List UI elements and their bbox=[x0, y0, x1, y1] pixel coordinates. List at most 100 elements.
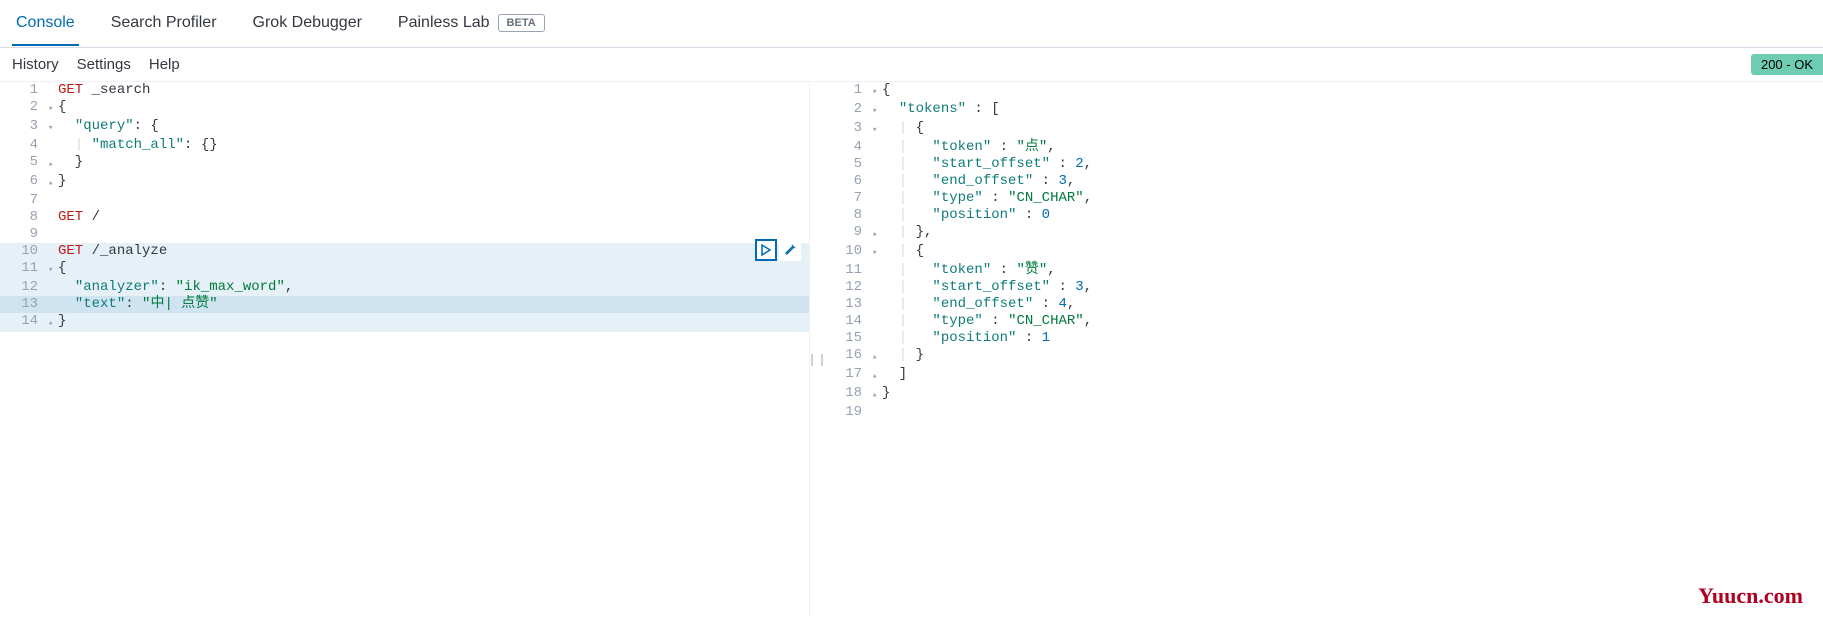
watermark: Yuucn.com bbox=[1698, 583, 1803, 609]
fold-toggle bbox=[872, 296, 882, 298]
fold-toggle[interactable]: ▾ bbox=[872, 82, 882, 101]
code-content: } bbox=[58, 313, 809, 330]
line-number: 5 bbox=[0, 154, 48, 171]
code-line[interactable]: 4 | "match_all": {} bbox=[0, 137, 809, 154]
code-line[interactable]: 14▴} bbox=[0, 313, 809, 332]
code-content: | "end_offset" : 3, bbox=[882, 173, 1823, 190]
fold-toggle[interactable]: ▴ bbox=[48, 313, 58, 332]
code-line[interactable]: 7 | "type" : "CN_CHAR", bbox=[824, 190, 1823, 207]
code-line[interactable]: 12 "analyzer": "ik_max_word", bbox=[0, 279, 809, 296]
fold-toggle[interactable]: ▴ bbox=[872, 224, 882, 243]
code-line[interactable]: 11 | "token" : "赞", bbox=[824, 262, 1823, 279]
code-content: GET / bbox=[58, 209, 809, 226]
code-line[interactable]: 15 | "position" : 1 bbox=[824, 330, 1823, 347]
tab-console[interactable]: Console bbox=[12, 2, 79, 46]
code-content: | "match_all": {} bbox=[58, 137, 809, 154]
tab-search-profiler[interactable]: Search Profiler bbox=[107, 2, 221, 46]
wrench-button[interactable] bbox=[779, 239, 801, 261]
line-number: 8 bbox=[0, 209, 48, 226]
code-line[interactable]: 16▴ | } bbox=[824, 347, 1823, 366]
code-line[interactable]: 9▴ | }, bbox=[824, 224, 1823, 243]
code-line[interactable]: 11▾{ bbox=[0, 260, 809, 279]
code-line[interactable]: 5 | "start_offset" : 2, bbox=[824, 156, 1823, 173]
code-line[interactable]: 5▴ } bbox=[0, 154, 809, 173]
line-number: 9 bbox=[824, 224, 872, 241]
code-line[interactable]: 8 | "position" : 0 bbox=[824, 207, 1823, 224]
fold-toggle[interactable]: ▾ bbox=[48, 118, 58, 137]
code-line[interactable]: 19 bbox=[824, 404, 1823, 421]
fold-toggle[interactable]: ▾ bbox=[872, 101, 882, 120]
request-editor[interactable]: 1GET _search2▾{3▾ "query": {4 | "match_a… bbox=[0, 82, 810, 617]
fold-toggle[interactable]: ▴ bbox=[48, 173, 58, 192]
line-number: 3 bbox=[0, 118, 48, 135]
code-line[interactable]: 14 | "type" : "CN_CHAR", bbox=[824, 313, 1823, 330]
code-content: } bbox=[58, 154, 809, 171]
code-line[interactable]: 13 "text": "中| 点赞" bbox=[0, 296, 809, 313]
line-number: 11 bbox=[0, 260, 48, 277]
code-line[interactable]: 3▾ "query": { bbox=[0, 118, 809, 137]
tab-grok-debugger[interactable]: Grok Debugger bbox=[249, 2, 366, 46]
tab-painless-lab[interactable]: Painless Lab BETA bbox=[394, 2, 549, 46]
line-number: 2 bbox=[824, 101, 872, 118]
help-link[interactable]: Help bbox=[149, 56, 180, 73]
code-content: | "start_offset" : 3, bbox=[882, 279, 1823, 296]
code-line[interactable]: 6 | "end_offset" : 3, bbox=[824, 173, 1823, 190]
line-number: 11 bbox=[824, 262, 872, 279]
fold-toggle[interactable]: ▴ bbox=[48, 154, 58, 173]
code-line[interactable]: 6▴} bbox=[0, 173, 809, 192]
line-number: 8 bbox=[824, 207, 872, 224]
code-line[interactable]: 10▾ | { bbox=[824, 243, 1823, 262]
code-line[interactable]: 13 | "end_offset" : 4, bbox=[824, 296, 1823, 313]
code-content: | "start_offset" : 2, bbox=[882, 156, 1823, 173]
code-content: { bbox=[58, 260, 809, 277]
code-line[interactable]: 1▾{ bbox=[824, 82, 1823, 101]
code-line[interactable]: 2▾ "tokens" : [ bbox=[824, 101, 1823, 120]
line-number: 10 bbox=[824, 243, 872, 260]
code-content: | "position" : 0 bbox=[882, 207, 1823, 224]
code-line[interactable]: 12 | "start_offset" : 3, bbox=[824, 279, 1823, 296]
fold-toggle[interactable]: ▾ bbox=[872, 243, 882, 262]
line-number: 12 bbox=[0, 279, 48, 296]
fold-toggle[interactable]: ▴ bbox=[872, 385, 882, 404]
code-line[interactable]: 17▴ ] bbox=[824, 366, 1823, 385]
wrench-icon bbox=[783, 243, 797, 257]
fold-toggle[interactable]: ▾ bbox=[48, 99, 58, 118]
history-link[interactable]: History bbox=[12, 56, 59, 73]
settings-link[interactable]: Settings bbox=[77, 56, 131, 73]
code-content: | { bbox=[882, 120, 1823, 137]
line-number: 1 bbox=[824, 82, 872, 99]
fold-toggle[interactable]: ▾ bbox=[872, 120, 882, 139]
fold-toggle bbox=[872, 262, 882, 264]
line-number: 3 bbox=[824, 120, 872, 137]
fold-toggle[interactable]: ▾ bbox=[48, 260, 58, 279]
code-content: | "position" : 1 bbox=[882, 330, 1823, 347]
pane-splitter[interactable]: ❘❘ bbox=[810, 82, 824, 617]
fold-toggle bbox=[872, 190, 882, 192]
code-line[interactable]: 4 | "token" : "点", bbox=[824, 139, 1823, 156]
code-content: "text": "中| 点赞" bbox=[58, 296, 809, 313]
fold-toggle bbox=[48, 137, 58, 139]
fold-toggle bbox=[872, 279, 882, 281]
fold-toggle[interactable]: ▴ bbox=[872, 366, 882, 385]
run-button[interactable] bbox=[755, 239, 777, 261]
fold-toggle bbox=[48, 209, 58, 211]
code-line[interactable]: 9 bbox=[0, 226, 809, 243]
code-content: } bbox=[882, 385, 1823, 402]
code-line[interactable]: 7 bbox=[0, 192, 809, 209]
fold-toggle[interactable]: ▴ bbox=[872, 347, 882, 366]
code-content: "analyzer": "ik_max_word", bbox=[58, 279, 809, 296]
code-content: | "end_offset" : 4, bbox=[882, 296, 1823, 313]
code-content: "tokens" : [ bbox=[882, 101, 1823, 118]
code-line[interactable]: 3▾ | { bbox=[824, 120, 1823, 139]
code-line[interactable]: 1GET _search bbox=[0, 82, 809, 99]
line-number: 7 bbox=[824, 190, 872, 207]
code-line[interactable]: 8 GET / bbox=[0, 209, 809, 226]
code-line[interactable]: 10GET /_analyze bbox=[0, 243, 809, 260]
code-content: | }, bbox=[882, 224, 1823, 241]
console-subbar: History Settings Help 200 - OK bbox=[0, 48, 1823, 82]
response-viewer[interactable]: 1▾{2▾ "tokens" : [3▾ | {4 | "token" : "点… bbox=[824, 82, 1823, 617]
code-content: | "token" : "点", bbox=[882, 139, 1823, 156]
code-line[interactable]: 2▾{ bbox=[0, 99, 809, 118]
code-line[interactable]: 18▴} bbox=[824, 385, 1823, 404]
code-content: GET _search bbox=[58, 82, 809, 99]
